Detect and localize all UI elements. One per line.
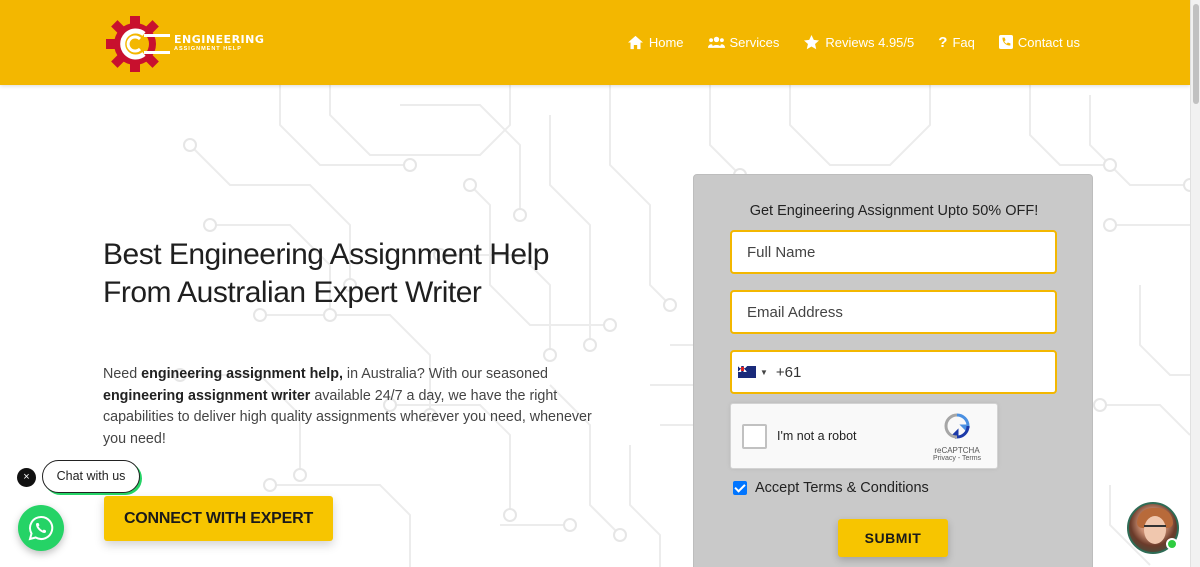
hero-desc-bold1: engineering assignment help,	[141, 366, 343, 382]
terms-label[interactable]: Accept Terms & Conditions	[755, 480, 929, 496]
chat-close-button[interactable]: ×	[17, 468, 36, 487]
full-name-field[interactable]: Full Name	[730, 230, 1057, 274]
nav-services-label: Services	[729, 34, 780, 50]
site-header: ENGINEERING ASSIGNMENT HELP Home Service…	[0, 0, 1190, 85]
main-nav: Home Services Reviews 4.95/5 ? Faq Conta…	[603, 30, 1080, 54]
brand-logo[interactable]: ENGINEERING ASSIGNMENT HELP	[104, 14, 274, 74]
brand-name: ENGINEERING	[174, 33, 265, 46]
page-scrollbar[interactable]	[1190, 0, 1200, 567]
nav-services[interactable]: Services	[707, 30, 780, 54]
nav-faq-label: Faq	[952, 34, 975, 50]
country-dropdown-caret[interactable]: ▼	[760, 368, 768, 377]
nav-home-label: Home	[648, 34, 684, 50]
star-icon	[804, 34, 820, 49]
avatar-glasses	[1144, 525, 1166, 531]
scrollbar-thumb[interactable]	[1193, 4, 1199, 104]
nav-reviews-label: Reviews 4.95/5	[825, 34, 915, 50]
whatsapp-icon	[28, 515, 54, 541]
nav-contact-label: Contact us	[1017, 34, 1080, 50]
full-name-placeholder: Full Name	[747, 243, 816, 261]
email-placeholder: Email Address	[747, 303, 843, 321]
whatsapp-button[interactable]	[18, 505, 64, 551]
nav-contact[interactable]: Contact us	[998, 30, 1080, 54]
phone-country-code: +61	[775, 363, 802, 381]
hero-description: Need engineering assignment help, in Aus…	[103, 364, 593, 450]
recaptcha-label: I'm not a robot	[777, 429, 857, 443]
recaptcha-widget: I'm not a robot reCAPTCHA Privacy - Term…	[730, 403, 998, 469]
question-icon: ?	[938, 33, 948, 51]
connect-with-expert-button[interactable]: CONNECT WITH EXPERT	[104, 496, 333, 541]
phone-icon	[998, 35, 1013, 49]
terms-checkbox[interactable]	[733, 481, 747, 495]
users-icon	[707, 36, 725, 48]
submit-button[interactable]: SUBMIT	[838, 519, 948, 557]
recaptcha-brand: reCAPTCHA	[934, 446, 980, 455]
hero-title: Best Engineering Assignment Help From Au…	[103, 238, 549, 309]
home-icon	[627, 35, 643, 49]
recaptcha-privacy-terms[interactable]: Privacy - Terms	[927, 455, 987, 462]
recaptcha-logo: reCAPTCHA Privacy - Terms	[927, 412, 987, 462]
email-field[interactable]: Email Address	[730, 290, 1057, 334]
online-status-indicator	[1166, 538, 1178, 550]
gear-logo-icon	[106, 16, 170, 72]
hero-desc-bold2: engineering assignment writer	[103, 387, 311, 404]
phone-field[interactable]: ▼ +61	[730, 350, 1057, 394]
nav-reviews[interactable]: Reviews 4.95/5	[803, 30, 914, 54]
brand-tagline: ASSIGNMENT HELP	[174, 46, 242, 52]
hero-desc-part2: in Australia? With our seasoned	[342, 366, 548, 382]
terms-row: Accept Terms & Conditions	[733, 480, 929, 496]
hero-desc-part1: Need	[103, 366, 142, 382]
australia-flag-icon[interactable]	[738, 366, 756, 378]
nav-faq[interactable]: ? Faq	[938, 30, 975, 54]
form-title: Get Engineering Assignment Upto 50% OFF!	[749, 203, 1039, 219]
quote-form: Get Engineering Assignment Upto 50% OFF!…	[693, 174, 1093, 567]
recaptcha-checkbox[interactable]	[742, 424, 767, 449]
nav-home[interactable]: Home	[627, 30, 684, 54]
chat-with-us-bubble[interactable]: Chat with us	[42, 460, 140, 493]
recaptcha-icon	[944, 413, 971, 440]
